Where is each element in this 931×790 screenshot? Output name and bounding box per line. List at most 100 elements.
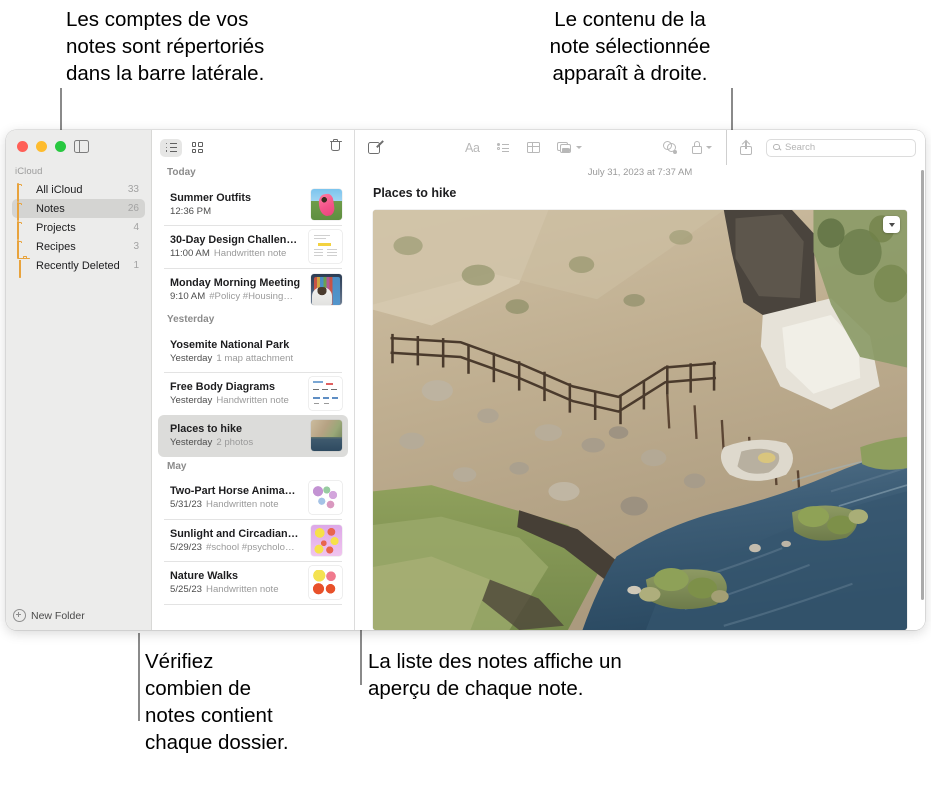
note-thumbnail (311, 188, 342, 220)
note-thumbnail (311, 420, 342, 451)
note-list-item[interactable]: Sunlight and Circadian… 5/29/23 #school #… (158, 519, 348, 561)
formatting-toolbar: Aa (465, 130, 582, 165)
delete-note-button[interactable] (329, 139, 342, 151)
note-list-item[interactable]: Yosemite National Park Yesterday 1 map at… (158, 330, 348, 372)
note-subtitle: Handwritten note (216, 395, 289, 406)
collaborate-button[interactable] (662, 141, 678, 154)
note-thumbnail (311, 524, 342, 556)
sidebar-item-notes[interactable]: Notes 26 (12, 199, 145, 221)
note-subtitle: Handwritten note (206, 499, 279, 510)
note-title: Free Body Diagrams (170, 381, 276, 393)
sidebar-item-label: Recently Deleted (36, 259, 120, 272)
folder-icon (17, 221, 30, 240)
sidebar-toggle-icon[interactable] (74, 140, 89, 153)
note-list-item-selected[interactable]: Places to hike Yesterday 2 photos (158, 414, 348, 457)
folder-icon (17, 183, 30, 202)
note-subtitle: #Policy #Housing… (209, 290, 293, 302)
note-meta: 12:36 PM (170, 206, 305, 217)
note-meta: 11:00 AM Handwritten note (170, 248, 303, 259)
sidebar-item-all-icloud[interactable]: All iCloud 33 (12, 180, 145, 202)
minimize-button[interactable] (36, 141, 47, 152)
sidebar-item-count: 33 (127, 184, 139, 195)
chevron-down-icon (888, 222, 895, 227)
table-button[interactable] (526, 142, 540, 153)
notes-group-header: Today (167, 167, 196, 178)
compose-note-button[interactable] (368, 139, 384, 154)
note-subtitle: 2 photos (216, 437, 254, 448)
callout-top-left: Les comptes de vos notes sont répertorié… (66, 8, 265, 85)
callout-leader-bottom-left (138, 633, 140, 721)
list-view-icon (165, 142, 177, 152)
photo-options-button[interactable] (883, 216, 900, 233)
note-list-item[interactable]: Summer Outfits 12:36 PM (158, 183, 348, 225)
note-date: 11:00 AM (170, 248, 210, 259)
note-photo[interactable] (373, 210, 907, 630)
sidebar-item-count: 3 (133, 241, 139, 252)
checklist-button[interactable] (496, 142, 510, 153)
callout-bottom-left: Vérifiez combien de notes contient chaqu… (145, 650, 289, 754)
note-date: Yesterday (170, 395, 213, 406)
note-date: 9:10 AM (170, 290, 206, 302)
note-detail-pane: Aa Search July 31, 2023 at 7:37 AM Place… (355, 130, 925, 630)
notes-list-scroll[interactable]: Today Summer Outfits 12:36 PM 30-Day Des… (152, 165, 354, 630)
note-subtitle: Handwritten note (213, 248, 287, 259)
note-list-item[interactable]: Nature Walks 5/25/23 Handwritten note (158, 562, 348, 604)
note-list-item[interactable]: Two-Part Horse Anima… 5/31/23 Handwritten… (158, 477, 348, 519)
note-meta: Yesterday 1 map attachment (170, 353, 342, 364)
sidebar-item-label: Notes (36, 202, 65, 215)
note-thumbnail (309, 230, 342, 263)
note-photo-image (373, 210, 907, 630)
search-input[interactable]: Search (766, 138, 916, 157)
new-folder-button[interactable]: New Folder (13, 609, 85, 622)
grid-view-icon (191, 142, 203, 153)
sidebar-item-count: 26 (127, 203, 139, 214)
window-scrollbar[interactable] (920, 170, 924, 600)
note-subtitle: Handwritten note (206, 584, 279, 595)
toolbar-divider (725, 130, 726, 165)
sidebar-item-recipes[interactable]: Recipes 3 (12, 237, 145, 259)
detail-right-toolbar: Search (662, 130, 926, 165)
notes-group-header: Yesterday (167, 314, 215, 325)
format-text-button[interactable]: Aa (465, 141, 480, 155)
note-date: Yesterday (170, 352, 213, 364)
note-list-item[interactable]: Free Body Diagrams Yesterday Handwritten … (158, 373, 348, 415)
note-title: 30-Day Design Challen… (170, 234, 298, 246)
notes-list-pane: Today Summer Outfits 12:36 PM 30-Day Des… (152, 130, 355, 630)
sidebar-item-label: All iCloud (36, 183, 83, 196)
note-date: 5/31/23 (170, 499, 203, 510)
note-detail-toolbar: Aa Search (355, 130, 925, 165)
note-meta: Yesterday Handwritten note (170, 395, 303, 406)
note-meta: 5/25/23 Handwritten note (170, 584, 303, 595)
note-thumbnail (311, 273, 342, 305)
list-view-button[interactable] (160, 138, 182, 157)
new-folder-label: New Folder (31, 609, 85, 622)
trash-icon (17, 260, 30, 278)
folder-icon (17, 202, 30, 221)
share-button[interactable] (740, 139, 752, 155)
sidebar: iCloud All iCloud 33 Notes 26 Projects 4… (6, 130, 152, 630)
callout-bottom-right: La liste des notes affiche un aperçu de … (368, 650, 622, 700)
sidebar-item-recently-deleted[interactable]: Recently Deleted 1 (12, 256, 145, 278)
chevron-down-icon (705, 146, 712, 149)
note-subtitle: 1 map attachment (216, 352, 294, 364)
media-button[interactable] (556, 141, 582, 154)
callout-top-right: Le contenu de la note sélectionnée appar… (549, 8, 711, 85)
note-list-item[interactable]: 30-Day Design Challen… 11:00 AM Handwritt… (158, 226, 348, 268)
note-date: 5/25/23 (170, 584, 203, 595)
note-date-stamp: July 31, 2023 at 7:37 AM (587, 167, 693, 178)
list-divider (164, 603, 342, 604)
note-date: Yesterday (170, 437, 213, 448)
lock-button[interactable] (691, 141, 712, 154)
maximize-button[interactable] (55, 141, 66, 152)
note-detail-title: Places to hike (373, 186, 457, 200)
note-title: Yosemite National Park (170, 338, 290, 351)
grid-view-button[interactable] (186, 139, 208, 157)
sidebar-item-projects[interactable]: Projects 4 (12, 218, 145, 240)
close-button[interactable] (17, 141, 28, 152)
note-date: 5/29/23 (170, 541, 203, 553)
note-meta: Yesterday 2 photos (170, 437, 305, 448)
note-list-item[interactable]: Monday Morning Meeting 9:10 AM #Policy #H… (158, 268, 348, 310)
note-meta: 5/31/23 Handwritten note (170, 499, 303, 510)
notes-group-header: May (167, 460, 187, 472)
note-date: 12:36 PM (170, 205, 212, 217)
